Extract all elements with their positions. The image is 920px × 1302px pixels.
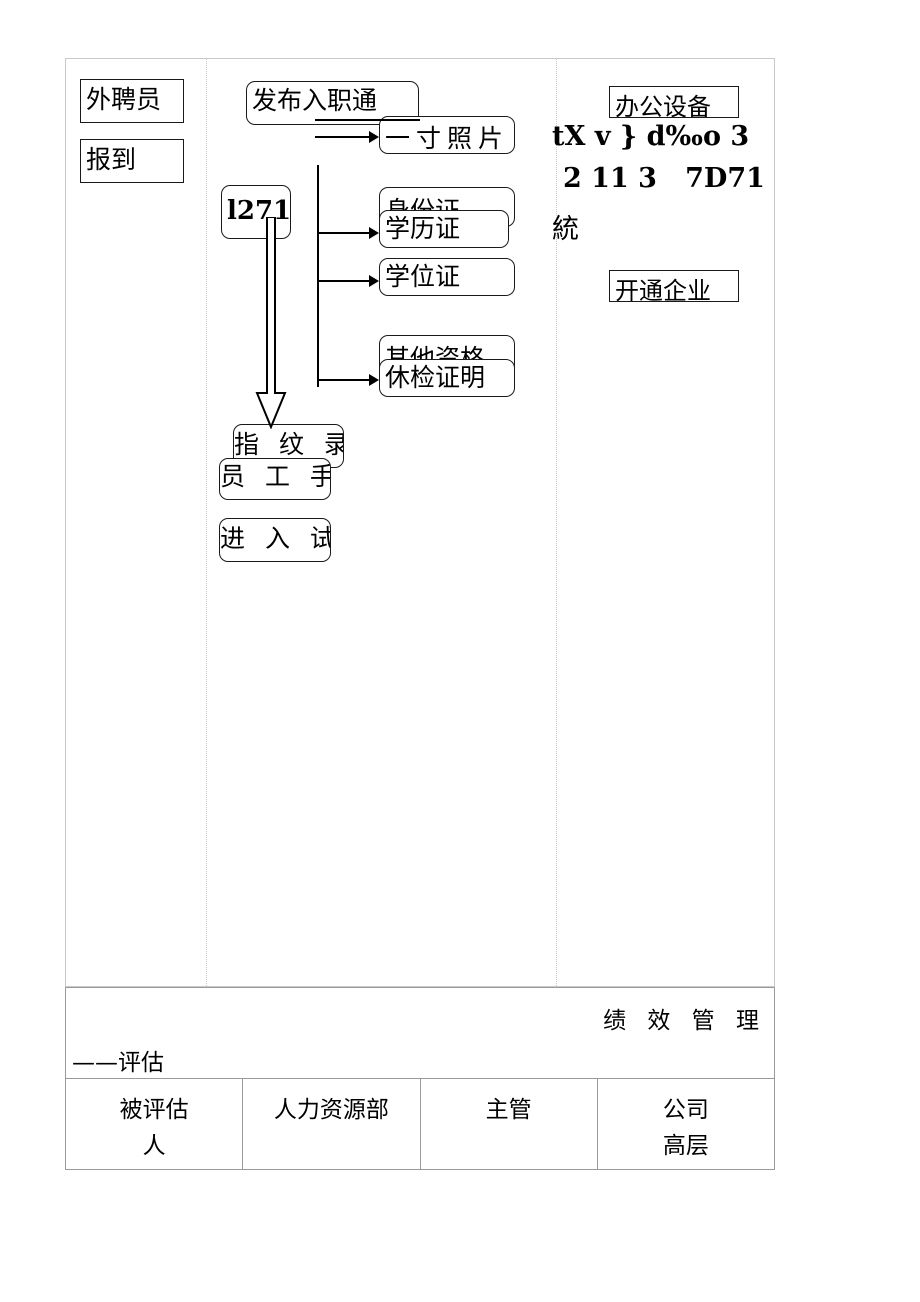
table-title-cell: 绩 效 管 理 ——评估 <box>65 987 775 1079</box>
connector-top-rail <box>315 119 420 121</box>
node-yuangong-shou-label: 员 工 手 <box>220 462 331 491</box>
role-label-manager: 主管 <box>485 1097 532 1123</box>
node-tijian-zhengming[interactable]: 休检证明 <box>379 359 515 397</box>
node-waipin-yuan-label: 外聘员 <box>86 85 162 114</box>
table-cell-manager[interactable]: 主管 <box>419 1078 598 1170</box>
node-xueweizheng-label: 学位证 <box>385 262 461 291</box>
connector-arrow-photo-line <box>315 136 371 138</box>
table-cell-assessee[interactable]: 被评估 人 <box>64 1078 244 1170</box>
raw-text-line-3: 統 <box>552 214 579 245</box>
node-yuangong-shou[interactable]: 员 工 手 <box>219 458 331 500</box>
node-waipin-yuan[interactable]: 外聘员 <box>80 79 184 123</box>
connector-arrow-photo-head <box>369 131 379 143</box>
table-row-title: 绩 效 管 理 ——评估 <box>65 987 775 1079</box>
connector-vertical-spine <box>317 165 319 387</box>
node-yicun-zhaopian[interactable]: 一寸照片 <box>379 116 515 154</box>
raw-text-line-1: tX v } d‰o 3 <box>552 121 750 152</box>
node-yicun-zhaopian-label: 一寸照片 <box>385 124 510 153</box>
node-kaitong-qiye[interactable]: 开通企业 <box>609 270 739 302</box>
role-label-executive: 公司 高层 <box>662 1097 709 1159</box>
node-tijian-zhengming-label: 休检证明 <box>385 363 486 392</box>
table-cell-executive[interactable]: 公司 高层 <box>596 1078 776 1170</box>
table-title-secondary: ——评估 <box>72 1050 164 1076</box>
node-xuelizheng-label: 学历证 <box>385 214 461 243</box>
connector-branch-tijian-head <box>369 374 379 386</box>
connector-branch-xuewei-head <box>369 275 379 287</box>
node-xuelizheng[interactable]: 学历证 <box>379 210 509 248</box>
connector-branch-xueli-line <box>317 232 371 234</box>
raw-text-line-2: 2 11 3 7D71 <box>563 163 765 194</box>
table-title-primary: 绩 效 管 理 <box>603 1008 766 1034</box>
connector-branch-xueli-head <box>369 227 379 239</box>
node-jinru-shi[interactable]: 进 入 试 <box>219 518 331 562</box>
node-xueweizheng[interactable]: 学位证 <box>379 258 515 296</box>
node-kaitong-qiye-label: 开通企业 <box>615 277 711 302</box>
performance-table: 绩 效 管 理 ——评估 被评估 人 人力资源部 主管 公司 高层 <box>64 987 776 1170</box>
table-cell-hr[interactable]: 人力资源部 <box>242 1078 421 1170</box>
node-fabu-ruzhi-tong-label: 发布入职通 <box>252 86 378 115</box>
lane-divider-right <box>556 59 557 986</box>
flowchart-frame: 外聘员 报到 发布入职通 一寸照片 l271 身份证 学历证 学位证 其他资格 … <box>65 58 775 987</box>
table-row-roles: 被评估 人 人力资源部 主管 公司 高层 <box>64 1078 776 1170</box>
connector-branch-xuewei-line <box>317 280 371 282</box>
connector-branch-tijian-line <box>317 379 371 381</box>
node-baodao[interactable]: 报到 <box>80 139 184 183</box>
lane-divider-left <box>206 59 207 986</box>
node-bangong-shebei-label: 办公设备 <box>615 93 711 118</box>
role-label-hr: 人力资源部 <box>273 1097 389 1123</box>
node-jinru-shi-label: 进 入 试 <box>220 524 331 553</box>
node-baodao-label: 报到 <box>86 145 137 174</box>
role-label-assessee: 被评估 人 <box>119 1097 189 1159</box>
node-bangong-shebei[interactable]: 办公设备 <box>609 86 739 118</box>
node-zhiwen-lu-label: 指 纹 录 <box>234 430 344 459</box>
block-arrow-down-to-fingerprint <box>255 217 287 429</box>
